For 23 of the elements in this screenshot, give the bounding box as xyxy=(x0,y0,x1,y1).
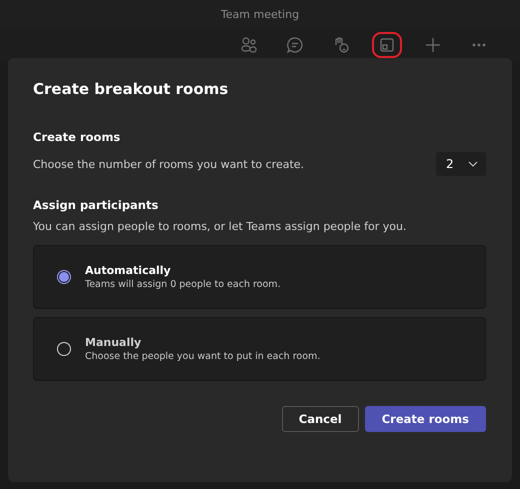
people-icon xyxy=(240,36,258,54)
section-description: You can assign people to rooms, or let Teams assign people for you. xyxy=(33,220,408,233)
add-icon xyxy=(424,36,442,54)
option-label: Manually xyxy=(85,336,142,349)
option-description: Teams will assign 0 people to each room. xyxy=(85,279,281,290)
dialog-title: Create breakout rooms xyxy=(33,80,230,98)
radio-button[interactable] xyxy=(57,270,71,284)
section-heading: Create rooms xyxy=(33,130,122,144)
option-description: Choose the people you want to put in each room. xyxy=(85,351,320,362)
room-count-dropdown[interactable]: 2 xyxy=(436,152,486,176)
breakout-rooms-icon xyxy=(378,36,396,54)
radio-button[interactable] xyxy=(57,342,71,356)
create-button[interactable]: Create rooms xyxy=(364,406,486,432)
option-label: Automatically xyxy=(85,264,172,277)
more-icon xyxy=(472,43,486,47)
assignment-option[interactable]: Automatically Teams will assign 0 people to each room. xyxy=(33,245,486,309)
assignment-option[interactable]: Manually Choose the people you want to put in each room. xyxy=(33,317,486,381)
section-description: Choose the number of rooms you want to create. xyxy=(33,158,304,170)
cancel-button[interactable]: Cancel xyxy=(282,406,359,432)
section-heading: Assign participants xyxy=(33,198,160,212)
window-title: Team meeting xyxy=(220,8,300,20)
chat-icon xyxy=(286,36,304,54)
chevron-down-icon xyxy=(468,161,478,167)
